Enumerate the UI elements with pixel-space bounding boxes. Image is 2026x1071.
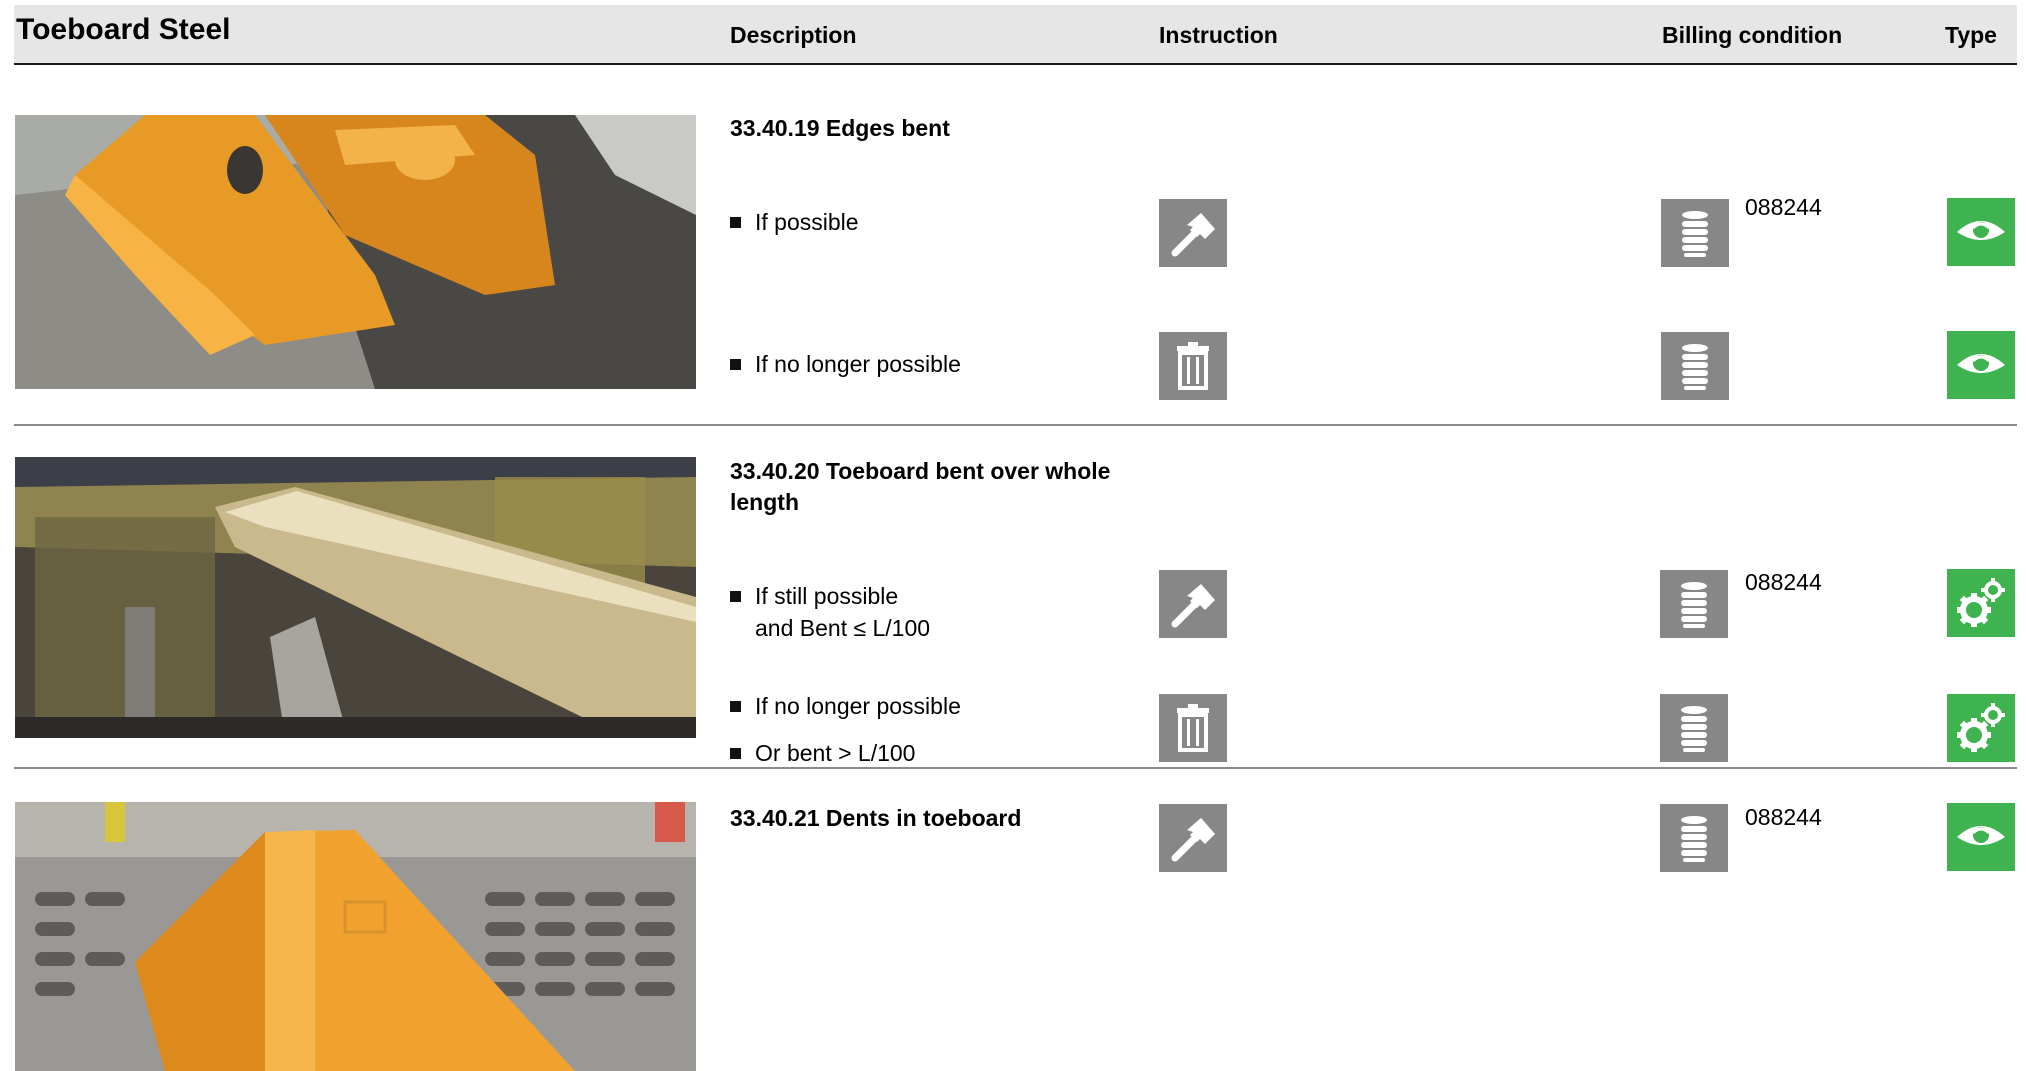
bullet-text: If no longer possible [755, 693, 961, 719]
photo-edges-bent [15, 115, 696, 389]
coin-stack-icon[interactable] [1661, 199, 1729, 267]
table-header: Toeboard Steel Description Instruction B… [14, 5, 2017, 65]
bullet-text: If still possible [755, 583, 899, 609]
hammer-icon[interactable] [1159, 199, 1227, 267]
coin-stack-icon[interactable] [1661, 332, 1729, 400]
trash-icon[interactable] [1159, 332, 1227, 400]
bullet-text: If possible [755, 209, 859, 235]
section-title-edges-bent: 33.40.19 Edges bent [730, 115, 950, 141]
bullet-square [730, 359, 741, 370]
list-item: If no longer possible [730, 690, 961, 722]
section-divider [14, 424, 2017, 426]
eye-icon[interactable] [1947, 331, 2015, 399]
column-header-instruction: Instruction [1159, 22, 1278, 48]
bullet-text-continued: and Bent ≤ L/100 [755, 615, 931, 641]
photo-dents-in-toeboard [15, 802, 696, 1071]
list-item: If still possible and Bent ≤ L/100 [730, 580, 930, 644]
column-header-type: Type [1945, 22, 1997, 48]
section-title-dents: 33.40.21 Dents in toeboard [730, 805, 1022, 831]
bullet-square [730, 591, 741, 602]
coin-stack-icon[interactable] [1660, 694, 1728, 762]
billing-code: 088244 [1745, 194, 1822, 220]
gears-icon[interactable] [1947, 694, 2015, 762]
list-item: Or bent > L/100 [730, 737, 915, 769]
billing-code: 088244 [1745, 804, 1822, 830]
column-header-billing: Billing condition [1662, 22, 1843, 48]
eye-icon[interactable] [1947, 198, 2015, 266]
billing-code: 088244 [1745, 569, 1822, 595]
column-header-description: Description [730, 22, 857, 48]
gears-icon[interactable] [1947, 569, 2015, 637]
bullet-square [730, 748, 741, 759]
bullet-text: Or bent > L/100 [755, 740, 916, 766]
trash-icon[interactable] [1159, 694, 1227, 762]
bullet-square [730, 217, 741, 228]
section-divider [14, 767, 2017, 769]
page-title: Toeboard Steel [16, 13, 231, 46]
list-item: If possible [730, 206, 859, 238]
hammer-icon[interactable] [1159, 804, 1227, 872]
coin-stack-icon[interactable] [1660, 804, 1728, 872]
list-item: If no longer possible [730, 348, 961, 380]
hammer-icon[interactable] [1159, 570, 1227, 638]
coin-stack-icon[interactable] [1660, 570, 1728, 638]
photo-toeboard-bent [15, 457, 696, 738]
eye-icon[interactable] [1947, 803, 2015, 871]
bullet-text: If no longer possible [755, 351, 961, 377]
bullet-square [730, 701, 741, 712]
section-title-toeboard-bent: 33.40.20 Toeboard bent over whole length [730, 458, 1111, 515]
